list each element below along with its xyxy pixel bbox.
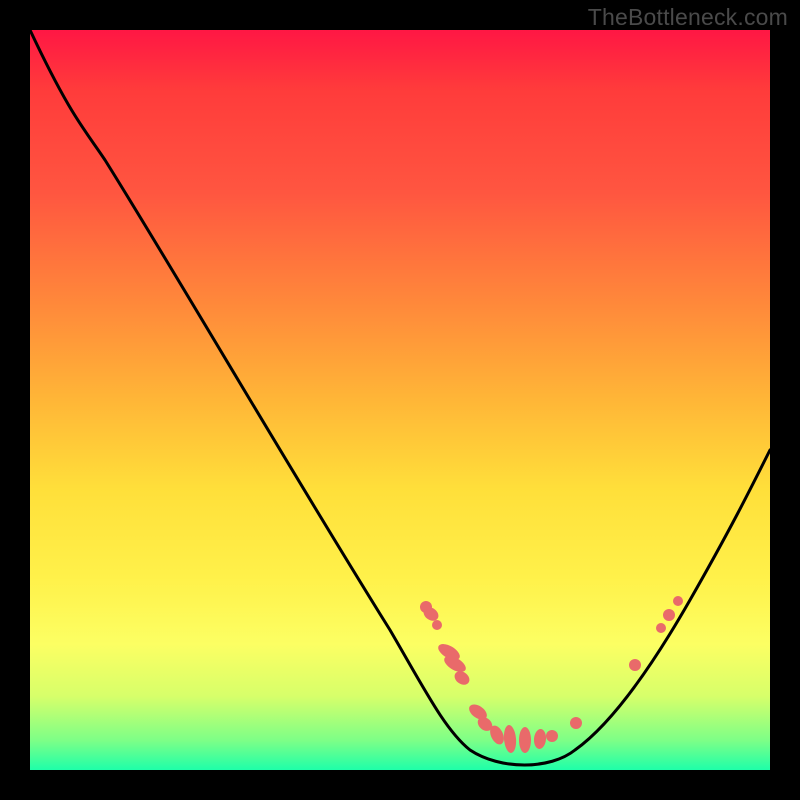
curve-marker [519,727,531,753]
watermark-text: TheBottleneck.com [588,4,788,31]
curve-marker [533,729,547,750]
curve-marker [432,620,442,630]
chart-stage: TheBottleneck.com [0,0,800,800]
curve-marker [570,717,582,729]
curve-layer [30,30,770,770]
bottleneck-curve [30,30,770,765]
curve-marker [629,659,641,671]
plot-area [30,30,770,770]
curve-marker [673,596,683,606]
curve-marker [656,623,666,633]
curve-marker [663,609,675,621]
curve-marker [546,730,558,742]
curve-marker [503,725,517,754]
